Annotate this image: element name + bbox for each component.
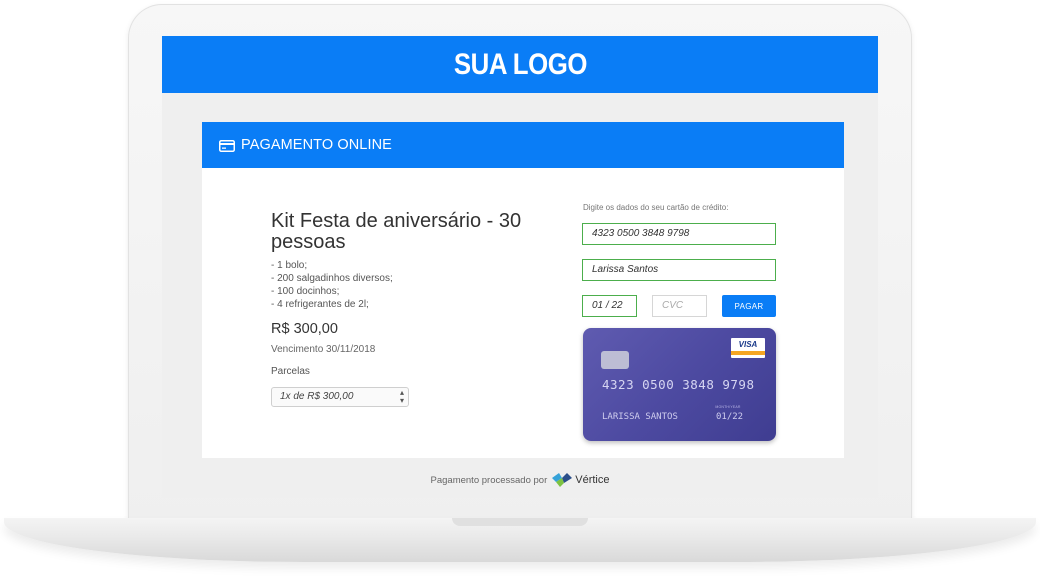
credit-card-icon: [219, 139, 235, 152]
card-preview-number: 4323 0500 3848 9798: [602, 377, 755, 392]
site-logo[interactable]: SUA LOGO: [453, 48, 587, 82]
card-preview-holder: LARISSA SANTOS: [602, 412, 678, 422]
pay-button[interactable]: PAGAR: [722, 295, 776, 317]
visa-logo-icon: VISA: [731, 338, 765, 358]
footer-text: Pagamento processado por: [430, 474, 548, 486]
product-items: - 1 bolo; - 200 salgadinhos diversos; - …: [271, 259, 471, 311]
select-arrows-icon: ▴ ▾: [399, 388, 404, 405]
product-price: R$ 300,00: [271, 321, 338, 337]
vertice-name: Vértice: [575, 474, 610, 486]
product-item: - 4 refrigerantes de 2l;: [271, 299, 369, 310]
credit-card-preview: VISA 4323 0500 3848 9798 LARISSA SANTOS …: [583, 328, 776, 441]
card-prompt: Digite os dados do seu cartão de crédito…: [583, 203, 729, 212]
footer: Pagamento processado por Vértice: [162, 472, 878, 488]
product-title: Kit Festa de aniversário - 30 pessoas: [271, 210, 522, 253]
product-item: - 200 salgadinhos diversos;: [271, 273, 393, 284]
installments-value: 1x de R$ 300,00: [280, 391, 354, 402]
vertice-mark-icon: [552, 473, 573, 487]
card-preview-valid-label: MONTH/YEAR: [715, 405, 741, 409]
laptop-screen: SUA LOGO PAGAMENTO ONLINE Kit Festa de a…: [162, 36, 878, 498]
expiry-input[interactable]: 01 / 22: [582, 295, 637, 317]
product-item: - 100 docinhos;: [271, 286, 340, 297]
card-number-input[interactable]: 4323 0500 3848 9798: [582, 223, 776, 245]
installments-select[interactable]: 1x de R$ 300,00 ▴ ▾: [271, 387, 409, 407]
laptop-notch: [452, 518, 588, 526]
cvc-input[interactable]: CVC: [652, 295, 707, 317]
vertice-logo[interactable]: Vértice: [551, 472, 609, 488]
product-item: - 1 bolo;: [271, 260, 308, 271]
card-chip-icon: [601, 351, 629, 369]
logo-bar: SUA LOGO: [162, 36, 878, 93]
panel-title: PAGAMENTO ONLINE: [241, 137, 392, 153]
due-date: Vencimento 30/11/2018: [271, 344, 376, 355]
installments-label: Parcelas: [271, 366, 310, 377]
payment-panel: PAGAMENTO ONLINE Kit Festa de aniversári…: [202, 122, 844, 458]
card-preview-expiry: 01/22: [716, 412, 744, 422]
panel-header: PAGAMENTO ONLINE: [202, 122, 844, 168]
cardholder-name-input[interactable]: Larissa Santos: [582, 259, 776, 281]
